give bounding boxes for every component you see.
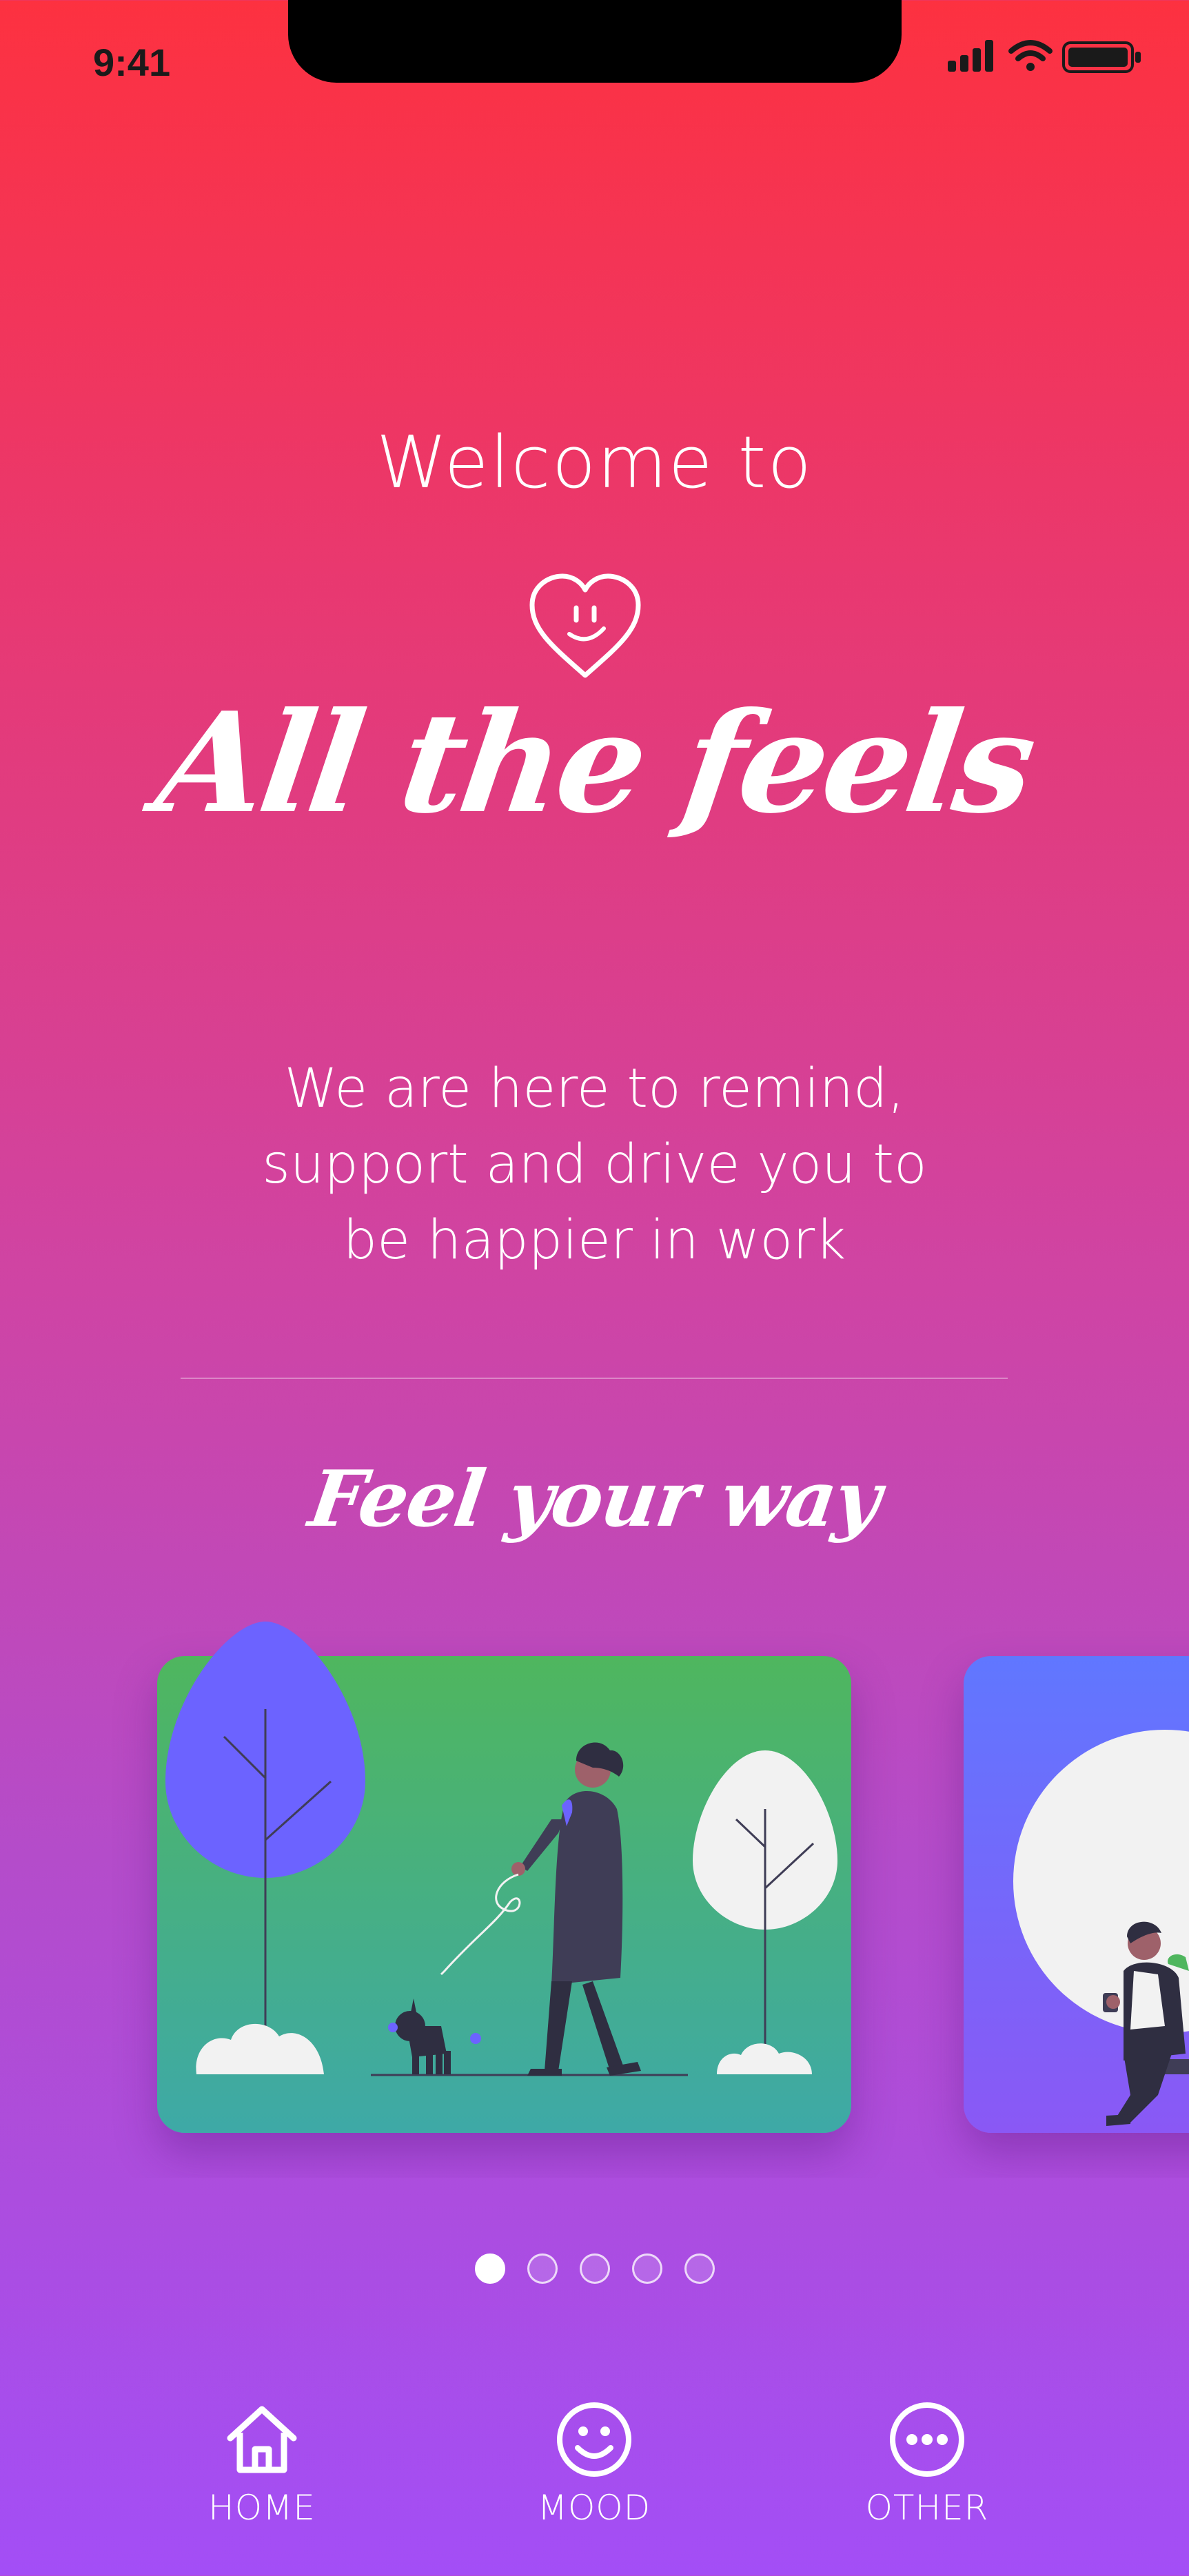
tab-label: OTHER [865,2488,989,2528]
home-icon [227,2406,297,2473]
tab-label: HOME [208,2488,316,2528]
tab-other[interactable]: OTHER [824,2398,1030,2564]
signal-icon [948,40,993,72]
smiley-icon [557,2402,631,2477]
tab-label: MOOD [537,2488,651,2528]
status-icons [948,40,1141,73]
welcome-text: Welcome to [376,420,813,504]
tagline: We are here to remind, support and drive… [207,1051,982,1278]
wifi-icon [1008,40,1053,71]
carousel[interactable] [0,1613,1189,2178]
tagline-line: be happier in work [343,1209,846,1271]
tab-home[interactable]: HOME [159,2398,365,2564]
carousel-pagination [0,2253,1189,2288]
divider [181,1378,1008,1379]
tagline-line: We are here to remind, [284,1058,905,1120]
page-dot[interactable] [684,2253,715,2284]
page-dot[interactable] [579,2253,610,2284]
tab-mood[interactable]: MOOD [491,2398,698,2564]
section-title: Feel your way [303,1454,886,1544]
woman-walking-dog-illustration [165,1622,837,2076]
page-dot[interactable] [527,2253,558,2284]
more-dots-icon [890,2402,964,2477]
tagline-line: support and drive you to [262,1134,927,1196]
battery-icon [1062,41,1141,73]
man-sitting-illustration [1013,1730,1189,2126]
bottom-tab-bar: HOME MOOD OTHER [0,2398,1189,2576]
page-dot[interactable] [631,2253,662,2284]
heart-smile-icon [529,573,641,678]
device-notch [288,0,902,83]
status-time: 9:41 [93,41,171,84]
app-title: All the feels [148,682,1041,844]
status-bar: 9:41 [0,0,1189,90]
page-dot-active[interactable] [474,2253,505,2284]
card-illustrations [165,1622,1189,2126]
